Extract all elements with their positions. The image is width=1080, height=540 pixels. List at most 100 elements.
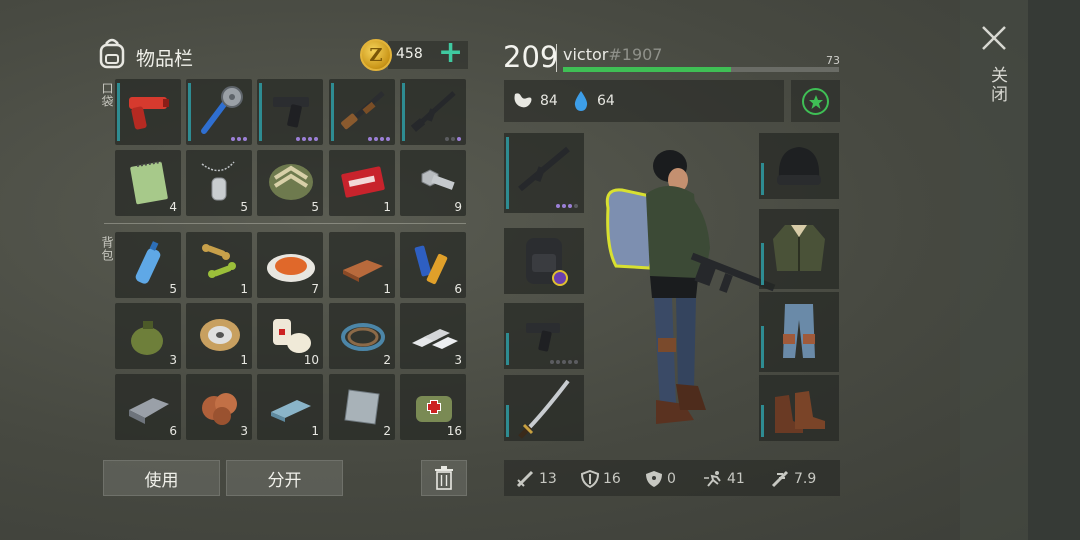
inventory-slot-metal-plate[interactable]: 2	[329, 374, 395, 440]
water-bottle-icon	[135, 241, 161, 284]
inventory-slot-iron-ingot[interactable]: 6	[115, 374, 181, 440]
weapon-damage-icon	[771, 470, 789, 488]
quality-dots	[556, 204, 578, 208]
item-count: 1	[311, 424, 319, 438]
inventory-slot-medical-bag[interactable]: 16	[400, 374, 466, 440]
item-count: 6	[454, 282, 462, 296]
hunger-value: 84	[540, 93, 558, 109]
item-count: 6	[169, 424, 177, 438]
item-count: 1	[383, 200, 391, 214]
item-count: 1	[240, 282, 248, 296]
defense-stat: 16	[580, 470, 621, 488]
section-divider	[104, 223, 466, 224]
inventory-slot-copper-ingot[interactable]: 1	[329, 232, 395, 298]
star-icon	[808, 94, 823, 109]
spiked-bat-icon	[201, 86, 243, 134]
item-count: 3	[454, 353, 462, 367]
player-tag: #1907	[608, 45, 663, 64]
use-button[interactable]: 使用	[103, 460, 220, 496]
metal-plate-icon	[344, 389, 380, 425]
radiation-stat: 0	[644, 470, 676, 488]
running-icon	[704, 471, 721, 487]
wire-spool-icon	[200, 319, 240, 351]
equip-slot-backpack[interactable]	[504, 228, 584, 294]
inventory-slot-spiked-bat[interactable]	[186, 79, 252, 145]
item-count: 16	[446, 424, 462, 438]
split-button[interactable]: 分开	[226, 460, 343, 496]
inventory-slot-rope-coil[interactable]: 2	[329, 303, 395, 369]
radiation-value: 0	[667, 471, 676, 487]
add-coins-button[interactable]: +	[438, 38, 463, 68]
inventory-slot-silver-bars[interactable]: 3	[400, 303, 466, 369]
inventory-slot-coupon[interactable]: 1	[329, 150, 395, 216]
radiation-shield-icon	[646, 471, 662, 487]
inventory-slot-flare-gun[interactable]	[115, 79, 181, 145]
equip-slot-feet[interactable]	[759, 375, 839, 441]
item-count: 5	[240, 200, 248, 214]
dog-tags-icon	[201, 161, 235, 201]
inventory-slot-notebook[interactable]: 4	[115, 150, 181, 216]
screen-edge	[1028, 0, 1080, 540]
coin-icon: Z	[360, 39, 392, 71]
inventory-slot-assault-rifle[interactable]	[400, 79, 466, 145]
equip-slot-head[interactable]	[759, 133, 839, 199]
boots-icon	[775, 391, 825, 433]
iron-ingot-icon	[129, 398, 169, 424]
damage-value: 7.9	[794, 471, 817, 487]
shotgun-icon	[341, 91, 385, 130]
aluminum-bar-icon	[271, 400, 311, 422]
pants-icon	[783, 304, 815, 358]
inventory-slot-grenade[interactable]: 3	[115, 303, 181, 369]
equip-slot-secondary-weapon[interactable]	[504, 303, 584, 369]
close-icon[interactable]	[980, 24, 1008, 52]
inventory-slot-water-bottle[interactable]: 5	[115, 232, 181, 298]
level-separator	[556, 44, 557, 72]
quality-dots	[296, 137, 318, 141]
flare-gun-icon	[129, 97, 169, 130]
item-count: 4	[169, 200, 177, 214]
inventory-slot-dog-tags[interactable]: 5	[186, 150, 252, 216]
star-badge-button[interactable]	[802, 88, 829, 115]
inventory-slot-rank-chevron-patch[interactable]: 5	[257, 150, 323, 216]
quality-dots	[368, 137, 390, 141]
xp-bar-fill	[563, 67, 732, 72]
item-count: 2	[383, 424, 391, 438]
inventory-slot-batteries[interactable]: 6	[400, 232, 466, 298]
inventory-slot-dog-treats[interactable]: 1	[186, 232, 252, 298]
bolts-icon	[421, 169, 455, 190]
equip-slot-legs[interactable]	[759, 292, 839, 372]
battery-icon	[414, 245, 448, 285]
inventory-slot-wire-spool[interactable]: 1	[186, 303, 252, 369]
food-plate-icon	[267, 254, 315, 282]
trash-icon	[435, 466, 453, 490]
speed-value: 41	[727, 471, 745, 487]
assault-rifle-icon	[518, 146, 570, 192]
equip-slot-primary-weapon[interactable]	[504, 133, 584, 213]
item-count: 9	[454, 200, 462, 214]
inventory-slot-pistol[interactable]	[257, 79, 323, 145]
inventory-slot-ore-chunk[interactable]: 3	[186, 374, 252, 440]
inventory-slot-food-plate[interactable]: 7	[257, 232, 323, 298]
item-count: 3	[240, 424, 248, 438]
inventory-slot-shotgun[interactable]	[329, 79, 395, 145]
equip-slot-melee[interactable]	[504, 375, 584, 441]
item-count: 1	[383, 282, 391, 296]
jacket-icon	[773, 225, 825, 271]
player-name: victor	[563, 45, 609, 64]
trash-button[interactable]	[421, 460, 467, 496]
inventory-slot-bolts-and-nuts[interactable]: 9	[400, 150, 466, 216]
inventory-slot-aluminum-bar[interactable]: 1	[257, 374, 323, 440]
notebook-icon	[130, 161, 168, 205]
coupon-icon	[341, 166, 385, 198]
equip-slot-torso[interactable]	[759, 209, 839, 289]
backpack-icon	[99, 38, 125, 69]
character-model	[605, 150, 776, 424]
item-count: 7	[311, 282, 319, 296]
inventory-title: 物品栏	[136, 48, 194, 70]
ore-icon	[202, 393, 237, 425]
assault-rifle-icon	[410, 91, 456, 132]
inventory-slot-bandages[interactable]: 10	[257, 303, 323, 369]
katana-icon	[518, 379, 570, 439]
item-count: 5	[169, 282, 177, 296]
close-button-label[interactable]: 关闭	[985, 66, 1010, 104]
